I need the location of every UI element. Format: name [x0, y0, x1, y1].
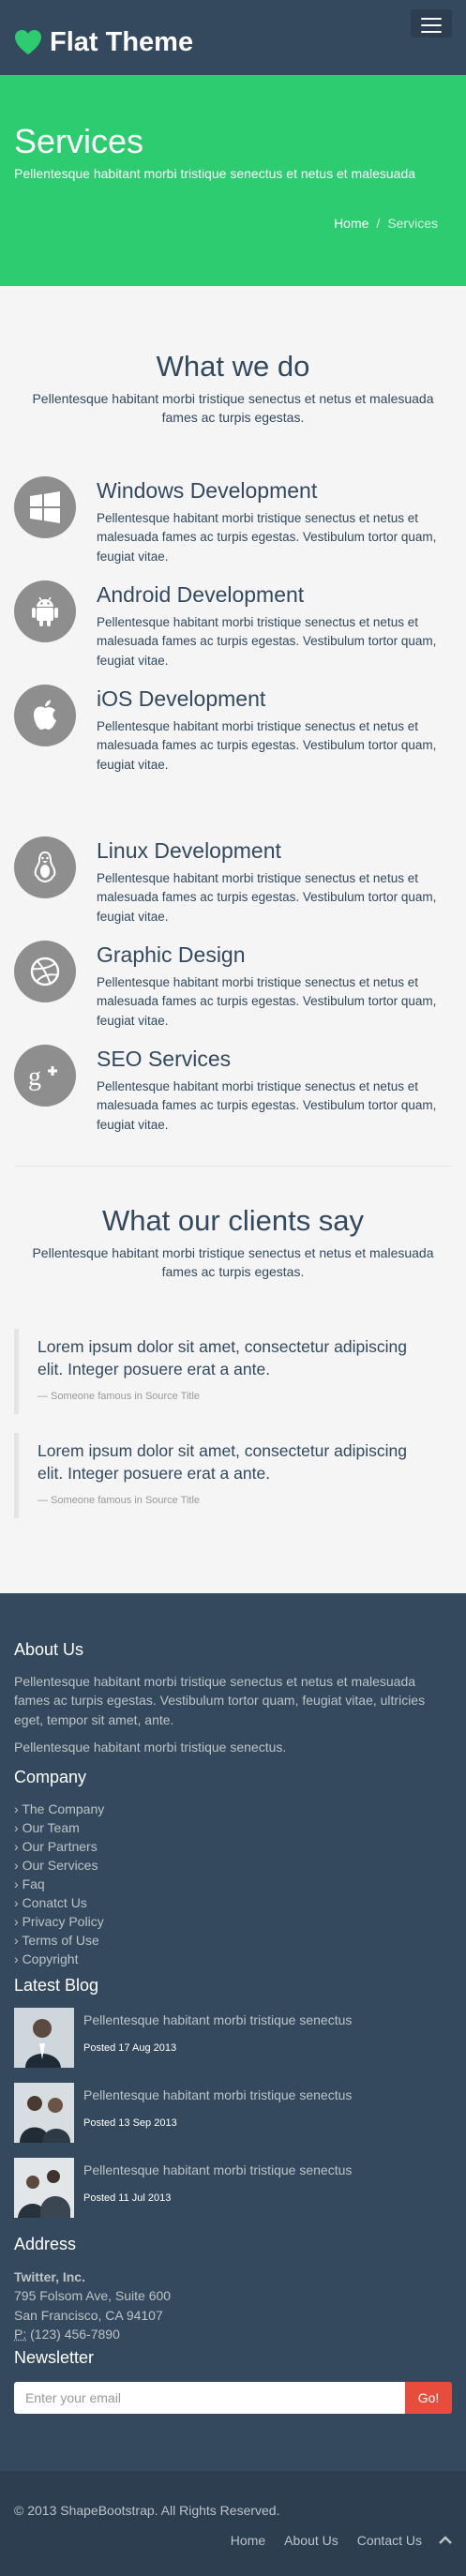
quote-text: Lorem ipsum dolor sit amet, consectetur …	[38, 1441, 407, 1483]
blog-title: Pellentesque habitant morbi tristique se…	[83, 2012, 353, 2027]
what-we-do-heading: What we do	[156, 350, 310, 383]
service-title: Windows Development	[97, 478, 318, 503]
service-text: Pellentesque habitant morbi tristique se…	[97, 975, 437, 1028]
blog-date: Posted 11 Jul 2013	[83, 2192, 172, 2204]
brand-logo[interactable]: Flat Theme	[14, 23, 193, 62]
bottom-bar: © 2013 ShapeBootstrap. All Rights Reserv…	[0, 2471, 466, 2576]
newsletter-submit-button[interactable]: Go!	[405, 2382, 452, 2414]
bottom-link-contact[interactable]: Contact Us	[357, 2531, 422, 2550]
windows-icon	[14, 476, 76, 538]
service-title: Linux Development	[97, 838, 281, 863]
quote-text: Lorem ipsum dolor sit amet, consectetur …	[38, 1337, 407, 1378]
what-we-do-lead: Pellentesque habitant morbi tristique se…	[32, 391, 434, 426]
service-title: Graphic Design	[97, 942, 246, 967]
newsletter-heading: Newsletter	[14, 2348, 95, 2367]
company-link[interactable]: › Our Partners	[14, 1837, 104, 1856]
blog-title: Pellentesque habitant morbi tristique se…	[83, 2087, 353, 2102]
brand-name: Flat Theme	[50, 27, 194, 57]
company-link[interactable]: › Terms of Use	[14, 1931, 104, 1950]
blog-post[interactable]: Pellentesque habitant morbi tristique se…	[14, 2083, 452, 2144]
company-heading: Company	[14, 1768, 87, 1786]
quote-source: — Someone famous in Source Title	[38, 1495, 201, 1507]
blog-post[interactable]: Pellentesque habitant morbi tristique se…	[14, 2008, 452, 2069]
page-title: Services	[14, 122, 144, 160]
service-title: Android Development	[97, 582, 305, 607]
menu-toggle-button[interactable]	[411, 9, 452, 38]
footer: About Us Pellentesque habitant morbi tri…	[0, 1593, 466, 2471]
service-text: Pellentesque habitant morbi tristique se…	[97, 871, 437, 924]
blog-date: Posted 13 Sep 2013	[83, 2117, 177, 2129]
client-quote: Lorem ipsum dolor sit amet, consectetur …	[14, 1329, 452, 1415]
apple-icon	[14, 685, 76, 746]
service-title: iOS Development	[97, 686, 266, 711]
blog-thumbnail	[14, 2083, 74, 2143]
blog-thumbnail	[14, 2158, 74, 2218]
blog-title: Pellentesque habitant morbi tristique se…	[83, 2162, 353, 2177]
blog-post[interactable]: Pellentesque habitant morbi tristique se…	[14, 2158, 452, 2219]
service-item: Linux Development Pellentesque habitant …	[14, 836, 452, 930]
section-divider	[14, 1166, 452, 1167]
service-item: Windows Development Pellentesque habitan…	[14, 476, 452, 570]
service-text: Pellentesque habitant morbi tristique se…	[97, 615, 437, 668]
service-text: Pellentesque habitant morbi tristique se…	[97, 1079, 437, 1132]
bottom-link-about[interactable]: About Us	[284, 2531, 338, 2550]
about-heading: About Us	[14, 1640, 84, 1659]
company-links: › The Company › Our Team › Our Partners …	[14, 1800, 104, 1968]
client-quote: Lorem ipsum dolor sit amet, consectetur …	[14, 1433, 452, 1519]
linux-icon	[14, 836, 76, 898]
address-heading: Address	[14, 2235, 77, 2253]
about-text-short: Pellentesque habitant morbi tristique se…	[14, 1740, 287, 1755]
service-item: Graphic Design Pellentesque habitant mor…	[14, 941, 452, 1034]
newsletter-email-input[interactable]	[14, 2382, 405, 2414]
service-title: SEO Services	[97, 1047, 232, 1071]
about-text: Pellentesque habitant morbi tristique se…	[14, 1674, 426, 1727]
breadcrumb-separator: /	[376, 216, 381, 231]
copyright-text: © 2013 ShapeBootstrap. All Rights Reserv…	[14, 2503, 280, 2518]
breadcrumb: Home / Services	[334, 214, 438, 233]
blog-date: Posted 17 Aug 2013	[83, 2042, 177, 2054]
chevron-up-icon[interactable]	[439, 2536, 452, 2545]
address-company: Twitter, Inc.	[14, 2269, 85, 2284]
title-bar: Services Pellentesque habitant morbi tri…	[0, 75, 466, 286]
breadcrumb-current: Services	[387, 216, 438, 231]
newsletter-form: Go!	[14, 2382, 452, 2414]
page-subtitle: Pellentesque habitant morbi tristique se…	[14, 166, 416, 181]
bottom-link-home[interactable]: Home	[231, 2531, 265, 2550]
blog-heading: Latest Blog	[14, 1976, 99, 1995]
heart-icon	[15, 30, 41, 55]
bottom-nav: Home About Us Contact Us	[212, 2531, 452, 2550]
company-link[interactable]: › Our Team	[14, 1818, 104, 1837]
address-block: Twitter, Inc. 795 Folsom Ave, Suite 600 …	[14, 2267, 452, 2343]
company-link[interactable]: › Conatct Us	[14, 1893, 104, 1912]
blog-thumbnail	[14, 2008, 74, 2068]
service-item: iOS Development Pellentesque habitant mo…	[14, 685, 452, 778]
service-item: g SEO Services Pellentesque habitant mor…	[14, 1045, 452, 1138]
svg-text:g: g	[28, 1062, 41, 1092]
address-line: San Francisco, CA 94107	[14, 2307, 163, 2323]
company-link[interactable]: › Copyright	[14, 1950, 104, 1968]
dribbble-icon	[14, 941, 76, 1002]
android-icon	[14, 580, 76, 642]
company-link[interactable]: › Our Services	[14, 1856, 104, 1875]
navbar: Flat Theme	[0, 0, 466, 75]
google-plus-icon: g	[14, 1045, 76, 1107]
company-link[interactable]: › Faq	[14, 1875, 104, 1893]
address-phone: P: (123) 456-7890	[14, 2326, 120, 2342]
breadcrumb-home-link[interactable]: Home	[334, 216, 368, 231]
clients-lead: Pellentesque habitant morbi tristique se…	[32, 1245, 434, 1280]
service-item: Android Development Pellentesque habitan…	[14, 580, 452, 674]
company-link[interactable]: › The Company	[14, 1800, 104, 1818]
quote-source: — Someone famous in Source Title	[38, 1391, 201, 1403]
address-line: 795 Folsom Ave, Suite 600	[14, 2288, 172, 2304]
service-text: Pellentesque habitant morbi tristique se…	[97, 511, 437, 564]
service-text: Pellentesque habitant morbi tristique se…	[97, 719, 437, 772]
company-link[interactable]: › Privacy Policy	[14, 1912, 104, 1931]
clients-heading: What our clients say	[101, 1204, 365, 1237]
